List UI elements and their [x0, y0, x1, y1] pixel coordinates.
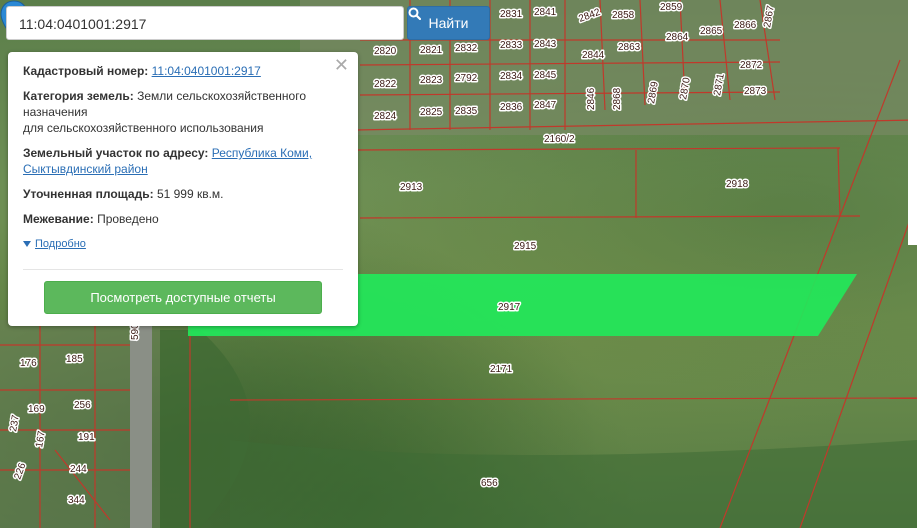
svg-text:2858: 2858: [612, 10, 635, 21]
svg-text:2868: 2868: [612, 87, 623, 110]
cadastral-label: Кадастровый номер:: [23, 64, 149, 78]
svg-text:2160/2: 2160/2: [544, 134, 575, 145]
caret-down-icon: [23, 241, 31, 247]
survey-label: Межевание:: [23, 212, 94, 226]
svg-text:2792: 2792: [455, 73, 478, 84]
search-button[interactable]: Найти: [407, 6, 490, 40]
svg-text:2873: 2873: [744, 86, 767, 97]
svg-text:2913: 2913: [400, 182, 423, 193]
svg-text:176: 176: [20, 358, 37, 369]
svg-text:656: 656: [481, 478, 498, 489]
svg-text:2835: 2835: [455, 106, 478, 117]
svg-text:2843: 2843: [534, 39, 557, 50]
more-details-toggle[interactable]: Подробно: [23, 236, 344, 252]
svg-text:2917: 2917: [498, 302, 521, 313]
svg-text:2859: 2859: [660, 2, 683, 13]
survey-row: Межевание: Проведено: [23, 211, 344, 227]
svg-text:2836: 2836: [500, 102, 523, 113]
svg-text:2823: 2823: [420, 75, 443, 86]
view-reports-button[interactable]: Посмотреть доступные отчеты: [44, 281, 322, 314]
address-link-region[interactable]: Республика Коми,: [212, 146, 312, 160]
address-label: Земельный участок по адресу:: [23, 146, 209, 160]
category-value-2: для сельскохозяйственного использования: [23, 121, 264, 135]
svg-text:2866: 2866: [734, 20, 757, 31]
svg-text:191: 191: [78, 432, 95, 443]
svg-text:2841: 2841: [534, 7, 557, 18]
svg-text:2833: 2833: [500, 40, 523, 51]
search-box: [6, 6, 404, 40]
svg-text:256: 256: [74, 400, 91, 411]
map-canvas[interactable]: 2831 2841 2842 2858 2859 2864 2865 2866 …: [0, 0, 917, 528]
svg-text:2864: 2864: [666, 32, 689, 43]
divider: [23, 269, 343, 270]
cadastral-link[interactable]: 11:04:0401001:2917: [152, 64, 261, 78]
svg-text:2820: 2820: [374, 46, 397, 57]
parcel-info-popup: ✕ Кадастровый номер: 11:04:0401001:2917 …: [8, 52, 358, 326]
more-details-label: Подробно: [35, 238, 86, 250]
svg-text:2844: 2844: [582, 50, 605, 61]
search-icon: [408, 7, 421, 20]
cadastral-row: Кадастровый номер: 11:04:0401001:2917: [23, 63, 344, 79]
search-button-label: Найти: [428, 15, 469, 31]
close-icon[interactable]: ✕: [334, 56, 349, 74]
area-label: Уточненная площадь:: [23, 187, 154, 201]
svg-text:2831: 2831: [500, 9, 523, 20]
address-link-district[interactable]: Сыктывдинский район: [23, 162, 148, 176]
area-row: Уточненная площадь: 51 999 кв.м.: [23, 186, 344, 202]
search-input[interactable]: [17, 8, 401, 40]
address-row: Земельный участок по адресу: Республика …: [23, 145, 344, 177]
svg-text:2918: 2918: [726, 179, 749, 190]
svg-text:2822: 2822: [374, 79, 397, 90]
svg-text:2846: 2846: [586, 87, 597, 110]
side-panel-edge: [908, 0, 917, 245]
category-label: Категория земель:: [23, 89, 134, 103]
svg-text:2171: 2171: [490, 364, 513, 375]
svg-text:2832: 2832: [455, 43, 478, 54]
svg-text:2915: 2915: [514, 241, 537, 252]
svg-text:2872: 2872: [740, 60, 763, 71]
svg-text:2847: 2847: [534, 100, 557, 111]
category-row: Категория земель: Земли сельскохозяйстве…: [23, 88, 344, 136]
svg-text:2825: 2825: [420, 107, 443, 118]
svg-text:2863: 2863: [618, 42, 641, 53]
svg-text:2824: 2824: [374, 111, 397, 122]
area-value: 51 999 кв.м.: [156, 187, 224, 201]
svg-text:169: 169: [28, 404, 45, 415]
svg-text:2845: 2845: [534, 70, 557, 81]
svg-text:2865: 2865: [700, 26, 723, 37]
svg-text:2821: 2821: [420, 45, 443, 56]
svg-text:2834: 2834: [500, 71, 523, 82]
svg-text:344: 344: [68, 495, 85, 506]
survey-value: Проведено: [97, 212, 159, 226]
svg-text:185: 185: [66, 354, 83, 365]
svg-text:244: 244: [70, 464, 87, 475]
